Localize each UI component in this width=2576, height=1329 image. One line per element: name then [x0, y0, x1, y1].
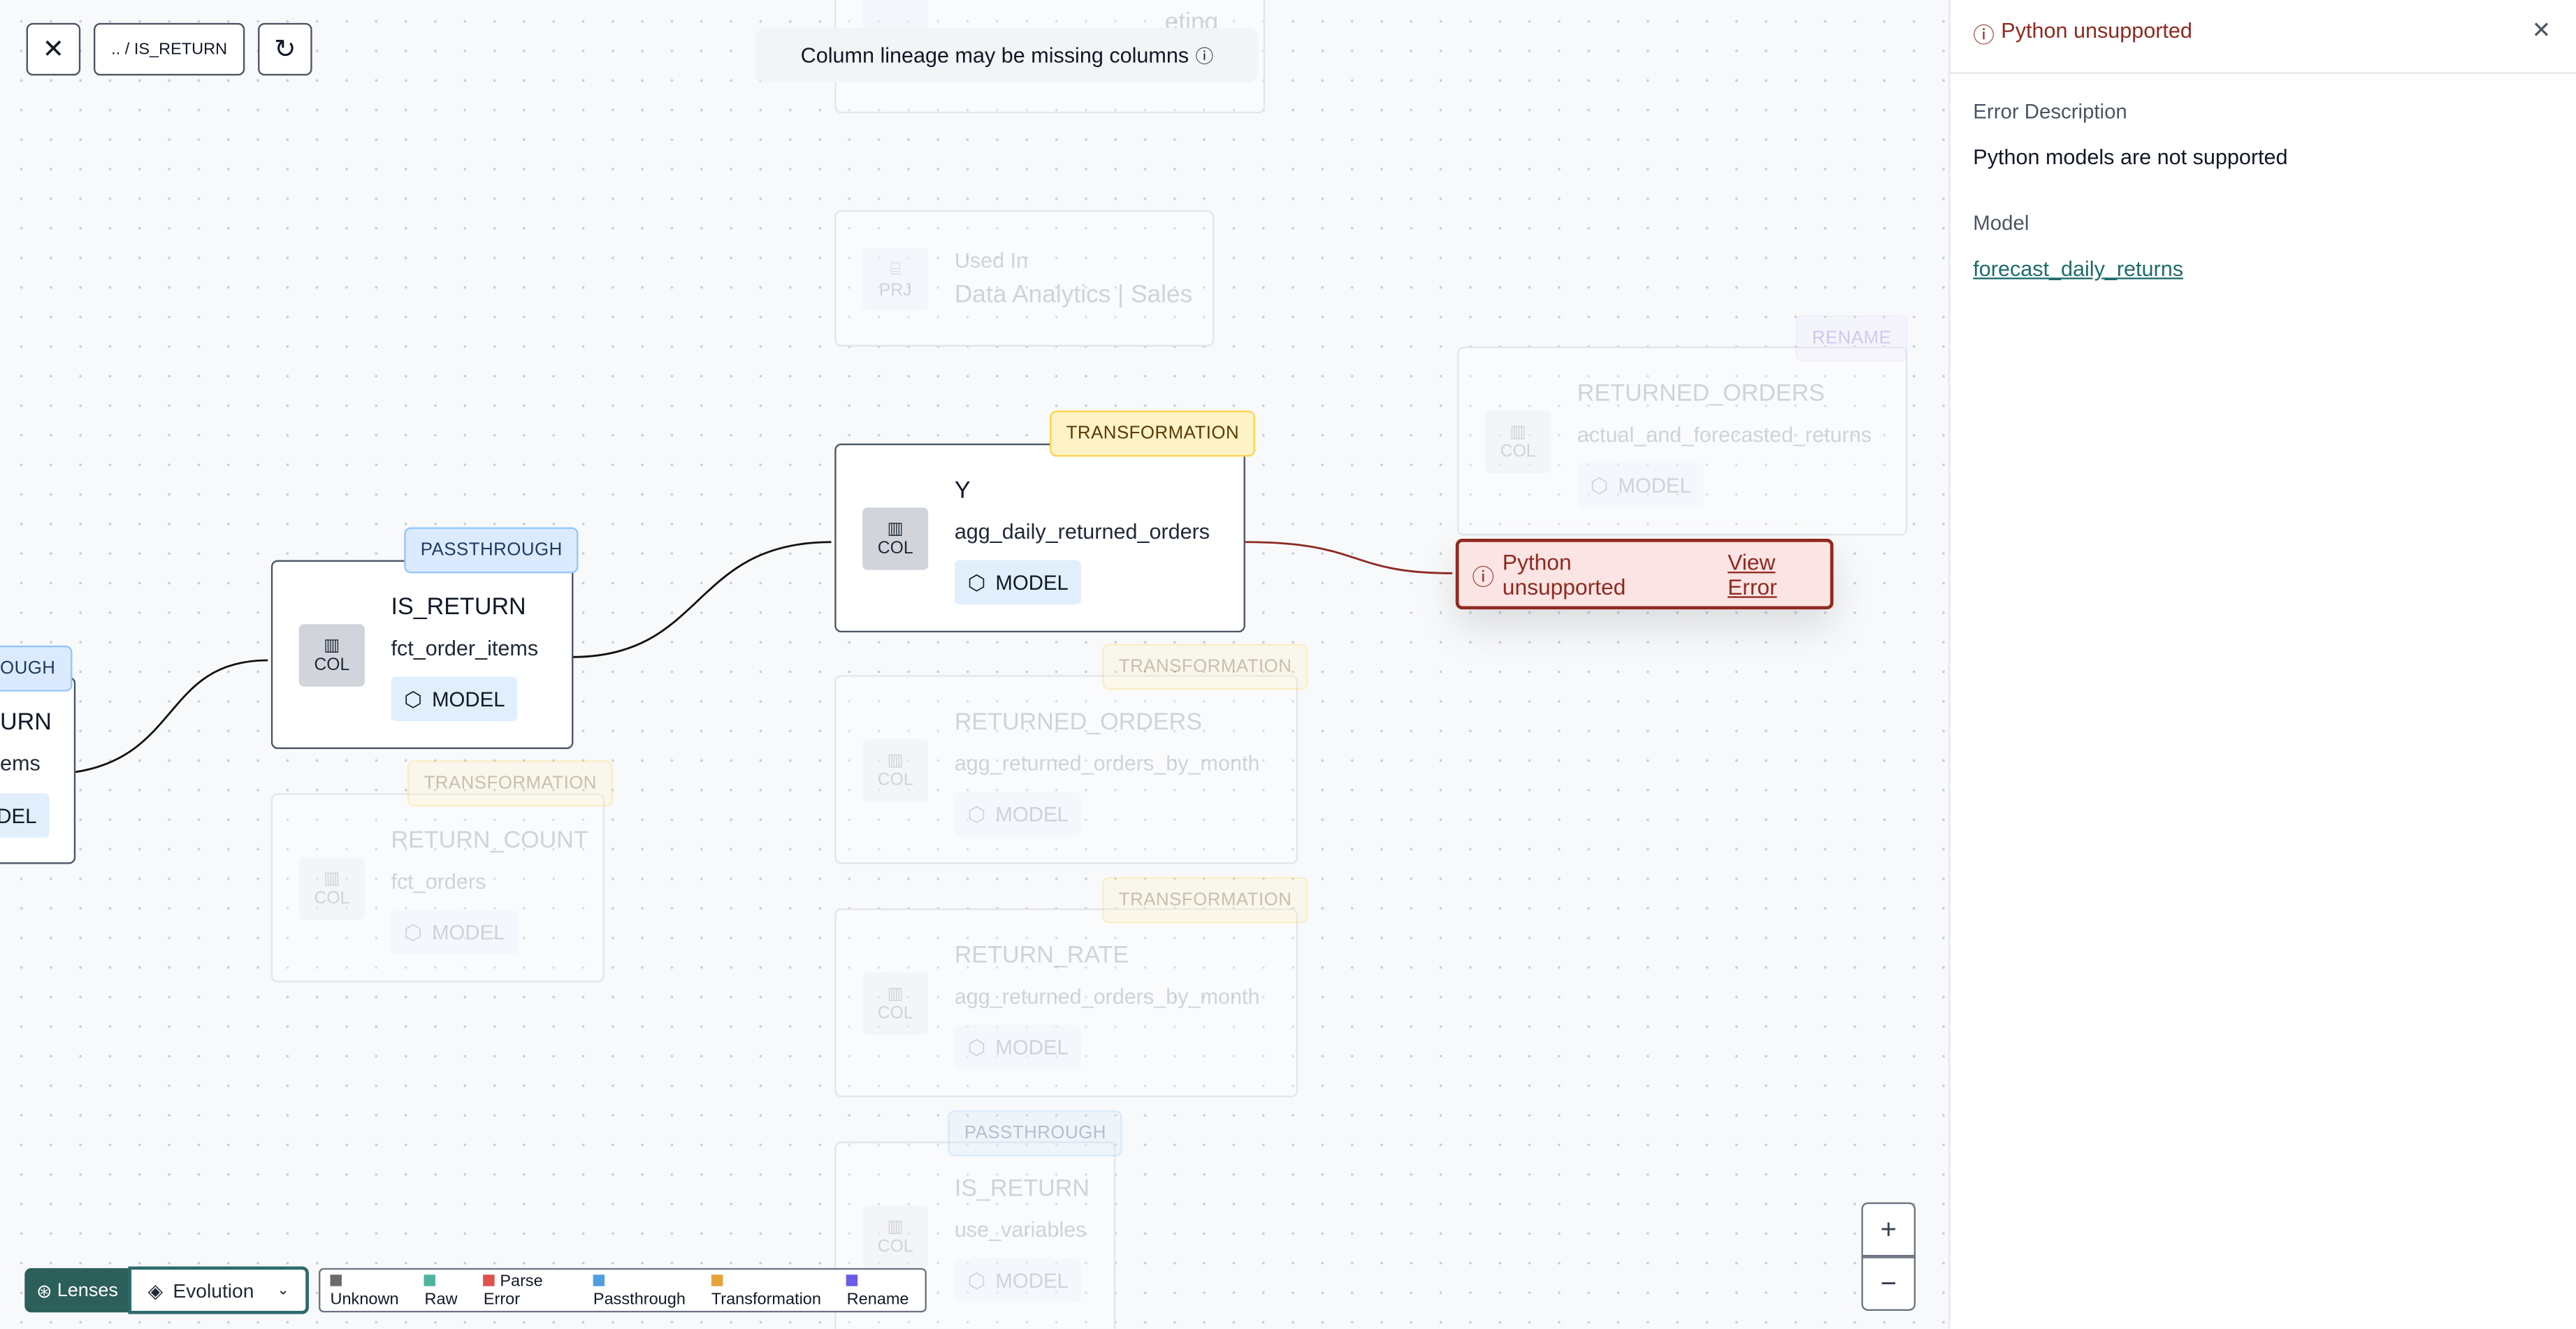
cube-icon: ⬡: [404, 688, 422, 711]
node-subtitle: agg_daily_returned_orders: [954, 518, 1210, 544]
cube-icon: ⬡: [967, 572, 986, 595]
model-badge: ⬡ MODEL: [954, 1024, 1082, 1070]
toast-text: Column lineage may be missing columns: [800, 43, 1189, 68]
error-icon: ⓘ: [1472, 564, 1495, 589]
node-title: RETURN_RATE: [954, 943, 1129, 969]
column-icon: ▥ COL: [298, 624, 365, 687]
node-subtitle: agg_returned_orders_by_month: [954, 750, 1260, 776]
legend-item: Passthrough: [593, 1272, 702, 1308]
rename-badge: RENAME: [1795, 315, 1908, 362]
column-icon: ▥ COL: [862, 1205, 929, 1268]
node-subtitle: fct_order_items: [391, 635, 539, 661]
close-panel-button[interactable]: ✕: [2532, 17, 2552, 45]
node-value: Data Analytics | Sales: [954, 280, 1193, 309]
column-icon: ▥ COL: [862, 507, 929, 570]
panel-title: ⓘ Python unsupported: [1973, 18, 2192, 50]
zoom-in-button[interactable]: +: [1861, 1202, 1916, 1257]
node-subtitle: agg_returned_orders_by_month: [954, 984, 1260, 1009]
transformation-badge: TRANSFORMATION: [1050, 410, 1256, 457]
transformation-badge: TRANSFORMATION: [1102, 877, 1308, 924]
transformation-badge: TRANSFORMATION: [1102, 644, 1308, 690]
passthrough-badge: PASSTHROUGH: [948, 1110, 1123, 1156]
model-badge: ⬡ MODEL: [1577, 463, 1705, 508]
node-label: Used In: [954, 247, 1029, 273]
node-title: IS_RETURN: [391, 594, 526, 621]
column-node[interactable]: ▥ COL RETURNED_ORDERS agg_returned_orders…: [834, 675, 1298, 864]
model-badge: DEL: [0, 793, 50, 838]
lineage-canvas[interactable]: eting ⌸ PRJ Used In Data Analytics | Sale…: [0, 0, 1949, 1329]
model-badge: ⬡ MODEL: [391, 676, 519, 722]
legend-item: Unknown: [330, 1272, 415, 1308]
error-icon: ⓘ: [1973, 22, 1995, 48]
node-subtitle: ems: [0, 750, 41, 776]
error-description: Python models are not supported: [1973, 144, 2288, 170]
passthrough-badge: OUGH: [0, 645, 72, 692]
breadcrumb[interactable]: .. / IS_RETURN: [93, 22, 245, 76]
column-node[interactable]: ▥ COL RETURNED_ORDERS actual_and_forecast…: [1457, 347, 1908, 536]
error-text: Python unsupported: [1502, 549, 1626, 599]
lineage-warning-toast: Column lineage may be missing columns ⓘ: [755, 27, 1259, 82]
chevron-down-icon: ⌄: [277, 1281, 290, 1298]
legend-item: Parse Error: [483, 1272, 543, 1309]
aperture-icon: ⊛: [36, 1281, 52, 1302]
node-title: RETURNED_ORDERS: [954, 709, 1203, 736]
model-badge: ⬡ MODEL: [954, 1258, 1082, 1303]
legend-item: Raw: [424, 1272, 474, 1308]
edge: [1245, 541, 1453, 574]
error-node[interactable]: ⓘ Python unsupported View Error: [1455, 539, 1834, 610]
cube-icon: ⬡: [967, 1270, 986, 1293]
refresh-button[interactable]: ↻: [258, 22, 312, 76]
info-icon[interactable]: ⓘ: [1196, 42, 1214, 68]
used-in-node[interactable]: ⌸ PRJ Used In Data Analytics | Sales: [834, 210, 1215, 347]
project-icon: ⌸ PRJ: [862, 247, 929, 311]
lens-select[interactable]: ◈ Evolution ⌄: [128, 1266, 309, 1314]
cube-icon: ⬡: [1590, 474, 1609, 498]
model-badge: ⬡ MODEL: [954, 792, 1082, 836]
node-title: Y: [954, 478, 971, 504]
column-icon: ▥ COL: [862, 972, 929, 1036]
close-icon: ✕: [2531, 16, 2552, 43]
node-subtitle: use_variables: [954, 1217, 1087, 1242]
column-node[interactable]: ▥ COL RETURN_RATE agg_returned_orders_by_…: [834, 908, 1298, 1098]
cube-icon: ⬡: [404, 921, 422, 945]
legend-item: Transformation: [711, 1272, 837, 1308]
column-node[interactable]: ▥ COL RETURN_COUNT fct_orders ⬡ MODEL: [270, 793, 605, 982]
cube-icon: ⬡: [967, 803, 986, 827]
legend: Unknown Raw Parse Error Passthrough Tran…: [319, 1268, 927, 1313]
error-description-label: Error Description: [1973, 100, 2127, 124]
column-icon: ▥ COL: [1485, 410, 1551, 474]
cube-icon: ⬡: [967, 1036, 986, 1060]
node-title: RETURN_COUNT: [391, 827, 588, 855]
refresh-icon: ↻: [274, 36, 296, 64]
node-title: IS_RETURN: [954, 1176, 1090, 1203]
model-label: Model: [1973, 212, 2029, 235]
zoom-out-button[interactable]: −: [1861, 1256, 1916, 1311]
model-link[interactable]: forecast_daily_returns: [1973, 256, 2183, 281]
lenses-button[interactable]: ⊛ Lenses: [24, 1268, 130, 1313]
model-badge: ⬡ MODEL: [954, 560, 1082, 605]
node-subtitle: fct_orders: [391, 869, 486, 894]
close-button[interactable]: ✕: [26, 22, 81, 76]
layers-icon: ◈: [147, 1279, 164, 1302]
column-icon: ▥ COL: [862, 739, 929, 802]
divider: [1950, 72, 2576, 74]
close-icon: ✕: [42, 36, 65, 64]
model-badge: ⬡ MODEL: [391, 910, 519, 954]
edge: [572, 541, 832, 658]
column-node-is-return[interactable]: ▥ COL IS_RETURN fct_order_items ⬡ MODEL: [270, 560, 574, 749]
node-title: URN: [0, 709, 52, 736]
passthrough-badge: PASSTHROUGH: [404, 527, 579, 574]
error-panel: ⓘ Python unsupported ✕ Error Description …: [1948, 0, 2576, 1329]
node-subtitle: actual_and_forecasted_returns: [1577, 422, 1872, 447]
node-title: RETURNED_ORDERS: [1577, 381, 1825, 407]
column-icon: ▥ COL: [298, 857, 365, 920]
transformation-badge: TRANSFORMATION: [407, 760, 614, 807]
legend-item: Rename: [846, 1272, 925, 1308]
column-node-y[interactable]: ▥ COL Y agg_daily_returned_orders ⬡ MODEL: [834, 443, 1245, 633]
edge: [75, 659, 268, 774]
view-error-link[interactable]: View Error: [1728, 549, 1830, 599]
